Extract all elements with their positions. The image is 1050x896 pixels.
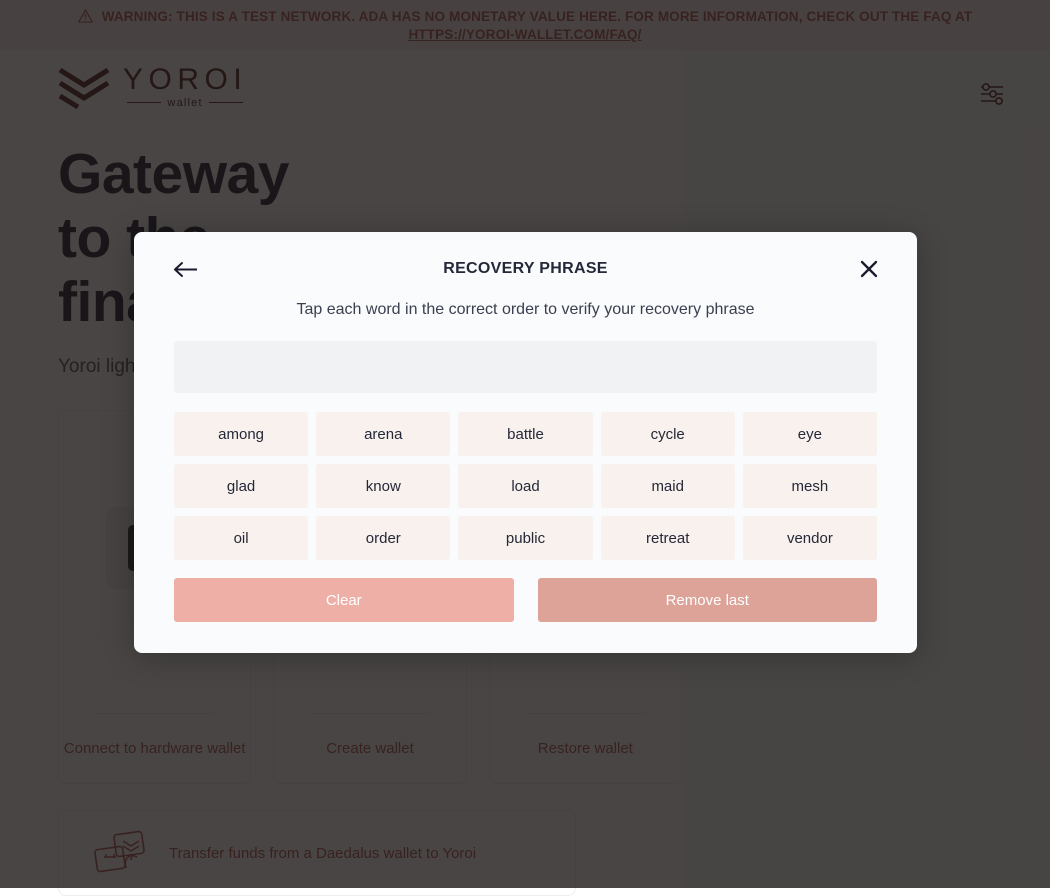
- word-chip[interactable]: load: [458, 464, 592, 508]
- word-chip[interactable]: retreat: [601, 516, 735, 560]
- word-chip[interactable]: vendor: [743, 516, 877, 560]
- dialog-header: RECOVERY PHRASE: [154, 232, 897, 306]
- word-choice-grid: amongarenabattlecycleeye gladknowloadmaid…: [174, 412, 877, 560]
- word-chip[interactable]: cycle: [601, 412, 735, 456]
- clear-button[interactable]: Clear: [174, 578, 514, 622]
- remove-last-button[interactable]: Remove last: [538, 578, 878, 622]
- word-chip[interactable]: eye: [743, 412, 877, 456]
- recovery-phrase-dialog: RECOVERY PHRASE Tap each word in the cor…: [134, 232, 917, 653]
- word-chip[interactable]: arena: [316, 412, 450, 456]
- word-chip[interactable]: maid: [601, 464, 735, 508]
- word-chip[interactable]: mesh: [743, 464, 877, 508]
- word-chip[interactable]: among: [174, 412, 308, 456]
- word-chip[interactable]: battle: [458, 412, 592, 456]
- selected-phrase-box[interactable]: [174, 341, 877, 393]
- word-chip[interactable]: order: [316, 516, 450, 560]
- word-chip[interactable]: know: [316, 464, 450, 508]
- dialog-title: RECOVERY PHRASE: [154, 260, 897, 278]
- word-chip[interactable]: public: [458, 516, 592, 560]
- word-chip[interactable]: glad: [174, 464, 308, 508]
- dialog-actions: Clear Remove last: [174, 578, 877, 622]
- word-chip[interactable]: oil: [174, 516, 308, 560]
